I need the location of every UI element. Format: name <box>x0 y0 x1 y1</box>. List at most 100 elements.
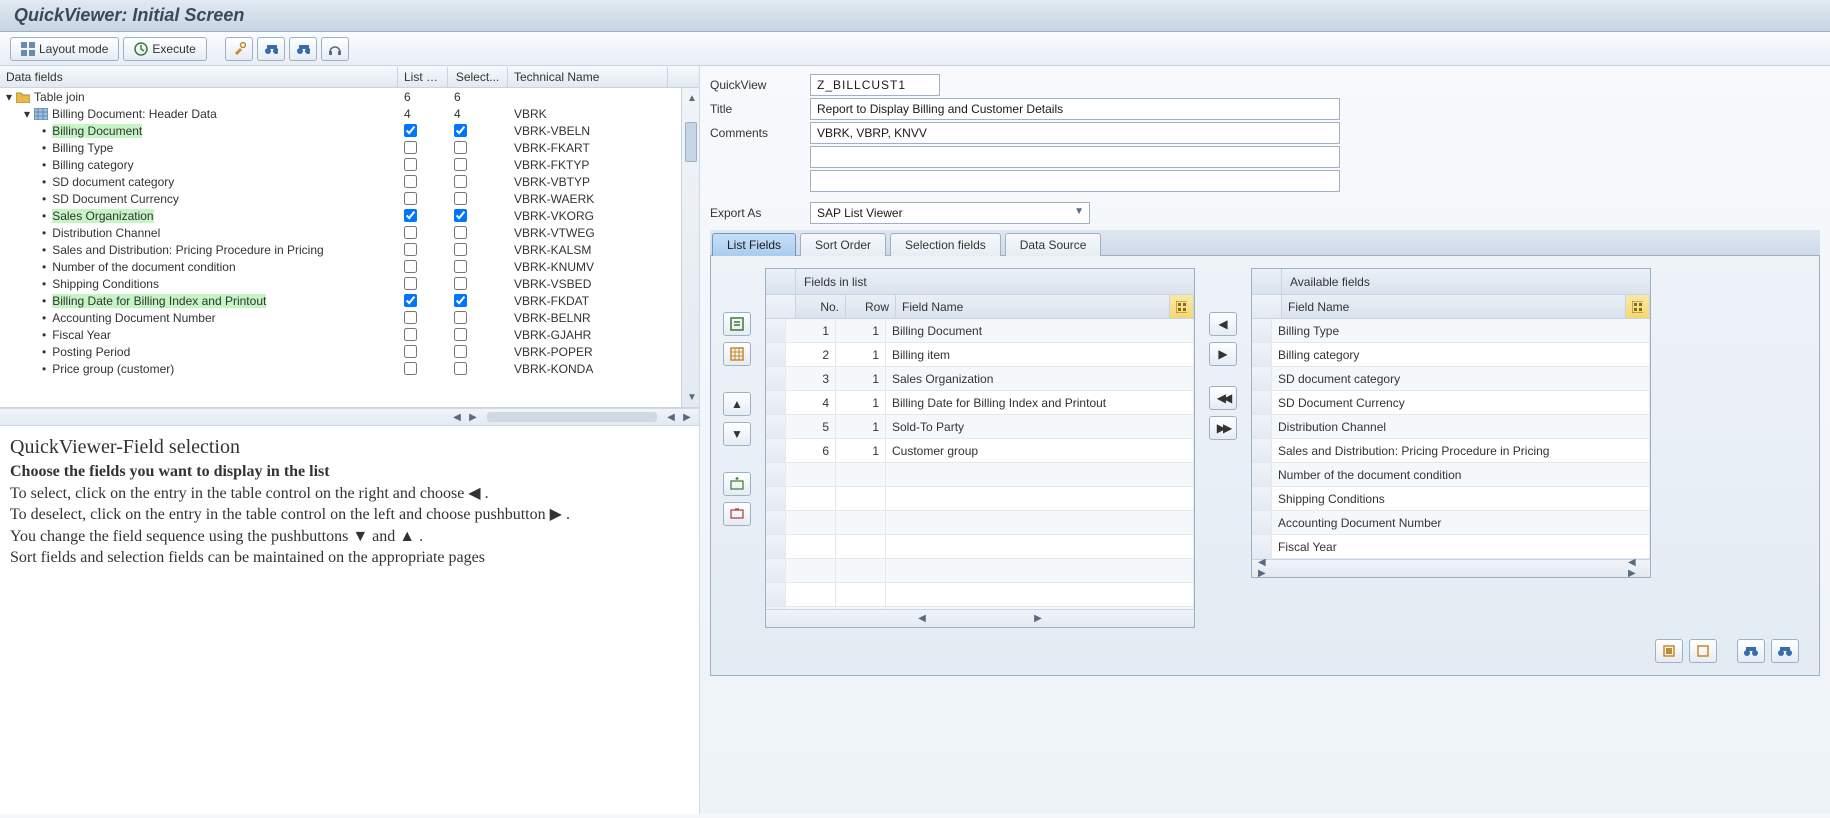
list-item[interactable] <box>766 535 1194 559</box>
tree-row[interactable]: ▾Table join66 <box>0 88 699 105</box>
move-all-left-button[interactable]: ◀◀ <box>1209 386 1237 410</box>
tree-row[interactable]: •Billing categoryVBRK-FKTYP <box>0 156 699 173</box>
move-left-button[interactable]: ◀ <box>1209 312 1237 336</box>
selection-checkbox[interactable] <box>454 260 467 273</box>
listfields-checkbox[interactable] <box>404 141 417 154</box>
title-input[interactable] <box>810 98 1340 120</box>
list-item[interactable]: Billing category <box>1252 343 1650 367</box>
avail-scroll-left-icon[interactable]: ◀ ▶ <box>1258 560 1274 576</box>
execute-button[interactable]: Execute <box>123 37 206 61</box>
listfields-checkbox[interactable] <box>404 209 417 222</box>
selection-checkbox[interactable] <box>454 277 467 290</box>
scroll-right-icon[interactable]: ▶ <box>465 409 481 425</box>
scroll-down-icon[interactable]: ▼ <box>684 389 699 405</box>
tree-vertical-scrollbar[interactable]: ▲ ▼ <box>681 88 699 407</box>
tree-row[interactable]: •SD Document CurrencyVBRK-WAERK <box>0 190 699 207</box>
find-next-button[interactable] <box>1771 639 1799 663</box>
expand-icon[interactable]: ▾ <box>24 107 30 121</box>
list-item[interactable]: Number of the document condition <box>1252 463 1650 487</box>
selection-checkbox[interactable] <box>454 226 467 239</box>
fields-scroll-right-icon[interactable]: ▶ <box>1030 610 1046 626</box>
list-item[interactable] <box>766 559 1194 583</box>
col-row[interactable]: Row <box>846 295 896 318</box>
tree-row[interactable]: •Shipping ConditionsVBRK-VSBED <box>0 275 699 292</box>
listfields-checkbox[interactable] <box>404 294 417 307</box>
list-item[interactable]: 21Billing item <box>766 343 1194 367</box>
tree-row[interactable]: •Billing DocumentVBRK-VBELN <box>0 122 699 139</box>
detail-view-button[interactable] <box>723 312 751 336</box>
list-item[interactable]: 11Billing Document <box>766 319 1194 343</box>
selection-checkbox[interactable] <box>454 345 467 358</box>
list-item[interactable]: Sales and Distribution: Pricing Procedur… <box>1252 439 1650 463</box>
scroll-thumb[interactable] <box>685 122 697 162</box>
listfields-checkbox[interactable] <box>404 175 417 188</box>
selection-checkbox[interactable] <box>454 311 467 324</box>
scroll-left-icon[interactable]: ◀ <box>449 409 465 425</box>
listfields-checkbox[interactable] <box>404 311 417 324</box>
comments-input-2[interactable] <box>810 146 1340 168</box>
move-up-button[interactable]: ▲ <box>723 392 751 416</box>
list-item[interactable]: Billing Type <box>1252 319 1650 343</box>
tree-row[interactable]: •Posting PeriodVBRK-POPER <box>0 343 699 360</box>
col-listfi[interactable]: List fi... <box>398 67 448 87</box>
tree-row[interactable]: •Number of the document conditionVBRK-KN… <box>0 258 699 275</box>
col-available-fieldname[interactable]: Field Name <box>1282 295 1626 318</box>
list-item[interactable] <box>766 583 1194 607</box>
layout-mode-button[interactable]: Layout mode <box>10 37 119 61</box>
selection-checkbox[interactable] <box>454 175 467 188</box>
listfields-checkbox[interactable] <box>404 158 417 171</box>
tree-row[interactable]: •Accounting Document NumberVBRK-BELNR <box>0 309 699 326</box>
listfields-checkbox[interactable] <box>404 124 417 137</box>
export-select[interactable] <box>810 202 1090 224</box>
list-item[interactable]: SD Document Currency <box>1252 391 1650 415</box>
find-button[interactable] <box>1737 639 1765 663</box>
list-item[interactable] <box>766 511 1194 535</box>
tree-row[interactable]: •Distribution ChannelVBRK-VTWEG <box>0 224 699 241</box>
col-data-fields[interactable]: Data fields <box>0 67 398 87</box>
tool-icon-4[interactable] <box>321 37 349 61</box>
selection-checkbox[interactable] <box>454 158 467 171</box>
grid-settings-button[interactable] <box>1170 295 1194 318</box>
tree-row[interactable]: •Price group (customer)VBRK-KONDA <box>0 360 699 377</box>
listfields-checkbox[interactable] <box>404 226 417 239</box>
listfields-checkbox[interactable] <box>404 192 417 205</box>
tree-horizontal-scrollbar[interactable]: ◀ ▶ ◀ ▶ <box>0 408 699 426</box>
scroll-right-icon-2[interactable]: ▶ <box>679 409 695 425</box>
tool-icon-3[interactable]: + <box>289 37 317 61</box>
list-item[interactable]: 31Sales Organization <box>766 367 1194 391</box>
col-no[interactable]: No. <box>796 295 846 318</box>
chevron-down-icon[interactable]: ▼ <box>1074 206 1084 217</box>
list-item[interactable]: Accounting Document Number <box>1252 511 1650 535</box>
tree-row[interactable]: •Sales OrganizationVBRK-VKORG <box>0 207 699 224</box>
move-all-right-button[interactable]: ▶▶ <box>1209 416 1237 440</box>
listfields-checkbox[interactable] <box>404 328 417 341</box>
list-item[interactable]: Fiscal Year <box>1252 535 1650 559</box>
scroll-left-icon-2[interactable]: ◀ <box>663 409 679 425</box>
listfields-checkbox[interactable] <box>404 260 417 273</box>
quickview-input[interactable] <box>810 74 940 96</box>
listfields-checkbox[interactable] <box>404 243 417 256</box>
tree-row[interactable]: ▾Billing Document: Header Data44VBRK <box>0 105 699 122</box>
tree-body[interactable]: ▾Table join66 ▾Billing Document: Header … <box>0 88 699 408</box>
listfields-checkbox[interactable] <box>404 362 417 375</box>
tree-row[interactable]: •Sales and Distribution: Pricing Procedu… <box>0 241 699 258</box>
available-hscroll[interactable]: ◀ ▶ ◀ ▶ <box>1252 559 1650 577</box>
listfields-checkbox[interactable] <box>404 345 417 358</box>
deselect-all-button[interactable] <box>1689 639 1717 663</box>
comments-input-3[interactable] <box>810 170 1340 192</box>
fields-scroll-left-icon[interactable]: ◀ <box>914 610 930 626</box>
list-item[interactable] <box>766 463 1194 487</box>
tab-selection-fields[interactable]: Selection fields <box>890 233 1001 256</box>
col-select[interactable]: Select... <box>448 67 508 87</box>
tab-list-fields[interactable]: List Fields <box>712 233 796 256</box>
list-item[interactable] <box>766 487 1194 511</box>
move-right-button[interactable]: ▶ <box>1209 342 1237 366</box>
selection-checkbox[interactable] <box>454 294 467 307</box>
move-down-button[interactable]: ▼ <box>723 422 751 446</box>
scroll-up-icon[interactable]: ▲ <box>684 90 699 106</box>
tool-icon-2[interactable] <box>257 37 285 61</box>
selection-checkbox[interactable] <box>454 209 467 222</box>
available-grid-settings-button[interactable] <box>1626 295 1650 318</box>
selection-checkbox[interactable] <box>454 192 467 205</box>
select-all-button[interactable] <box>1655 639 1683 663</box>
